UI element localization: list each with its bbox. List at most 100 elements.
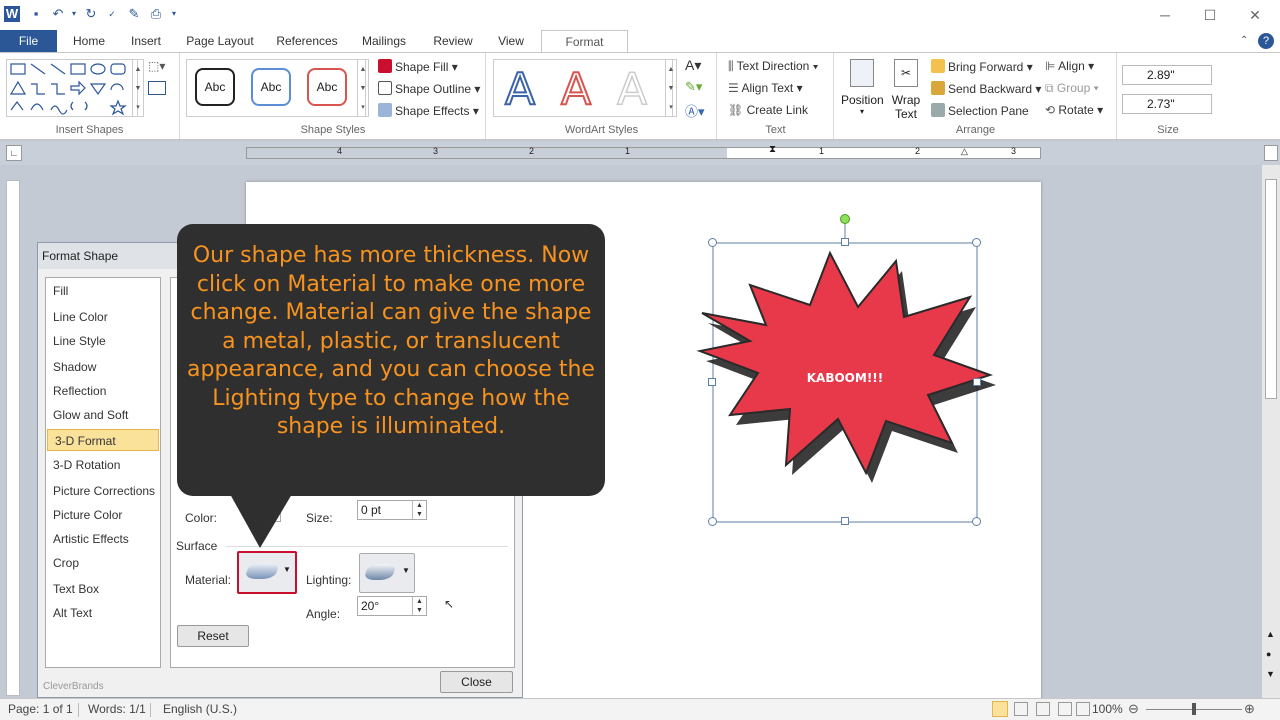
tab-view[interactable]: View xyxy=(490,30,532,52)
category-alt-text[interactable]: Alt Text xyxy=(46,602,160,624)
resize-handle-bl[interactable] xyxy=(708,517,717,526)
category-crop[interactable]: Crop xyxy=(46,552,160,574)
category-3d-format[interactable]: 3-D Format xyxy=(47,429,159,451)
resize-handle-tr[interactable] xyxy=(972,238,981,247)
horizontal-ruler[interactable]: 4 3 2 1 1 2 3 ⧗ △ xyxy=(246,144,1041,159)
help-icon[interactable]: ? xyxy=(1258,33,1274,49)
draw-text-box-icon[interactable] xyxy=(148,81,166,95)
full-screen-view-icon[interactable] xyxy=(1014,702,1028,716)
zoom-out-icon[interactable]: ⊖ xyxy=(1128,701,1139,717)
outline-view-icon[interactable] xyxy=(1058,702,1072,716)
tab-insert[interactable]: Insert xyxy=(121,30,171,52)
shape-height-field[interactable]: 2.89" xyxy=(1122,65,1212,85)
category-artistic-effects[interactable]: Artistic Effects xyxy=(46,528,160,550)
tab-selector-icon[interactable]: ∟ xyxy=(6,145,22,161)
maximize-button[interactable]: ☐ xyxy=(1190,4,1230,26)
wrap-text-button[interactable]: ✂ Wrap Text xyxy=(887,57,925,123)
resize-handle-l[interactable] xyxy=(708,378,716,386)
draft-view-icon[interactable] xyxy=(1076,702,1090,716)
resize-handle-r[interactable] xyxy=(973,378,981,386)
resize-handle-br[interactable] xyxy=(972,517,981,526)
text-fill-icon[interactable]: A▾ xyxy=(685,57,701,74)
shape-style-preset-blue[interactable]: Abc xyxy=(251,68,291,106)
tab-format[interactable]: Format xyxy=(541,30,628,53)
group-button[interactable]: ⧉ Group ▾ xyxy=(1045,81,1099,96)
bring-forward-button[interactable]: Bring Forward ▾ xyxy=(931,59,1033,74)
page-count[interactable]: Page: 1 of 1 xyxy=(8,702,73,716)
text-direction-button[interactable]: ⫼ Text Direction ▾ xyxy=(728,59,819,74)
minimize-button[interactable]: ─ xyxy=(1145,4,1185,26)
web-layout-view-icon[interactable] xyxy=(1036,702,1050,716)
zoom-in-icon[interactable]: ⊕ xyxy=(1244,701,1255,717)
angle-field[interactable]: 20° ▲ ▼ xyxy=(357,596,427,616)
category-line-style[interactable]: Line Style xyxy=(46,330,160,352)
customize-icon[interactable]: ▾ xyxy=(166,6,182,22)
undo-dropdown-icon[interactable]: ▾ xyxy=(66,6,82,22)
save-icon[interactable]: ▪ xyxy=(28,6,44,22)
tab-home[interactable]: Home xyxy=(63,30,115,52)
reset-button[interactable]: Reset xyxy=(177,625,249,647)
scroll-down-icon[interactable]: ▼ xyxy=(1266,669,1275,679)
format-painter-icon[interactable]: ✎ xyxy=(126,6,142,22)
text-outline-icon[interactable]: ✎▾ xyxy=(685,79,702,95)
resize-handle-tl[interactable] xyxy=(708,238,717,247)
category-3d-rotation[interactable]: 3-D Rotation xyxy=(46,454,160,476)
wordart-gray-outline[interactable]: A xyxy=(616,64,648,116)
rotate-button[interactable]: ⟲ Rotate ▾ xyxy=(1045,103,1103,117)
align-text-button[interactable]: ☰ Align Text ▾ xyxy=(728,81,803,95)
shape-width-field[interactable]: 2.73" xyxy=(1122,94,1212,114)
lighting-dropdown[interactable]: ▼ xyxy=(359,553,415,593)
indent-marker-icon[interactable]: ⧗ xyxy=(769,144,776,155)
word-count[interactable]: Words: 1/1 xyxy=(88,702,146,716)
word-icon[interactable]: W xyxy=(4,6,20,22)
tab-references[interactable]: References xyxy=(270,30,344,52)
tab-review[interactable]: Review xyxy=(424,30,482,52)
print-preview-icon[interactable]: ⎙ xyxy=(148,6,164,22)
shapes-gallery-scroll[interactable]: ▲ ▼ ▾ xyxy=(132,59,144,117)
wordart-blue-outline[interactable]: A xyxy=(504,64,536,116)
category-shadow[interactable]: Shadow xyxy=(46,356,160,378)
shape-fill-button[interactable]: Shape Fill ▾ xyxy=(378,59,458,74)
category-glow-soft-edges[interactable]: Glow and Soft Edges xyxy=(46,404,160,444)
resize-handle-b[interactable] xyxy=(841,517,849,525)
browse-object-icon[interactable]: ● xyxy=(1266,649,1271,659)
category-line-color[interactable]: Line Color xyxy=(46,306,160,328)
zoom-level[interactable]: 100% xyxy=(1092,702,1123,716)
close-dialog-button[interactable]: Close xyxy=(440,671,513,693)
tab-file[interactable]: File xyxy=(0,30,57,52)
shapes-gallery[interactable] xyxy=(6,59,138,117)
edit-shape-icon[interactable]: ⬚▾ xyxy=(148,59,172,75)
tab-page-layout[interactable]: Page Layout xyxy=(180,30,260,52)
angle-spin-arrows-icon[interactable]: ▲ ▼ xyxy=(412,597,426,615)
category-reflection[interactable]: Reflection xyxy=(46,380,160,402)
shape-outline-button[interactable]: Shape Outline ▾ xyxy=(378,81,480,96)
send-backward-button[interactable]: Send Backward ▾ xyxy=(931,81,1041,96)
category-picture-color[interactable]: Picture Color xyxy=(46,504,160,526)
resize-handle-t[interactable] xyxy=(841,238,849,246)
view-ruler-icon[interactable] xyxy=(1264,145,1278,161)
material-dropdown[interactable]: ▼ xyxy=(237,551,297,594)
contour-size-field[interactable]: 0 pt ▲ ▼ xyxy=(357,500,427,520)
undo-icon[interactable]: ↶ xyxy=(50,6,66,22)
tab-mailings[interactable]: Mailings xyxy=(352,30,416,52)
language-indicator[interactable]: English (U.S.) xyxy=(163,702,237,716)
category-picture-corrections[interactable]: Picture Corrections xyxy=(46,480,160,502)
redo-icon[interactable]: ↻ xyxy=(83,6,99,22)
position-button[interactable]: Position ▾ xyxy=(841,57,884,123)
create-link-button[interactable]: ⛓ Create Link xyxy=(728,103,808,117)
shape-style-preset-red[interactable]: Abc xyxy=(307,68,347,106)
selection-pane-button[interactable]: Selection Pane xyxy=(931,103,1029,118)
wordart-gallery-scroll[interactable]: ▲ ▼ ▾ xyxy=(665,59,677,117)
print-layout-view-icon[interactable] xyxy=(992,701,1008,717)
shape-style-preset-black[interactable]: Abc xyxy=(195,68,235,106)
right-indent-marker-icon[interactable]: △ xyxy=(961,146,968,157)
wordart-red-outline[interactable]: A xyxy=(560,64,592,116)
category-fill[interactable]: Fill xyxy=(46,280,160,302)
close-window-button[interactable]: ✕ xyxy=(1235,4,1275,26)
minimize-ribbon-icon[interactable]: ⌃ xyxy=(1240,35,1248,46)
vertical-scrollbar[interactable]: ▲ ● ▼ xyxy=(1262,165,1280,698)
spelling-icon[interactable]: ✓ xyxy=(104,6,120,22)
scroll-up-icon[interactable]: ▲ xyxy=(1266,629,1275,639)
zoom-slider-thumb[interactable] xyxy=(1192,703,1196,715)
scroll-thumb[interactable] xyxy=(1265,179,1277,399)
